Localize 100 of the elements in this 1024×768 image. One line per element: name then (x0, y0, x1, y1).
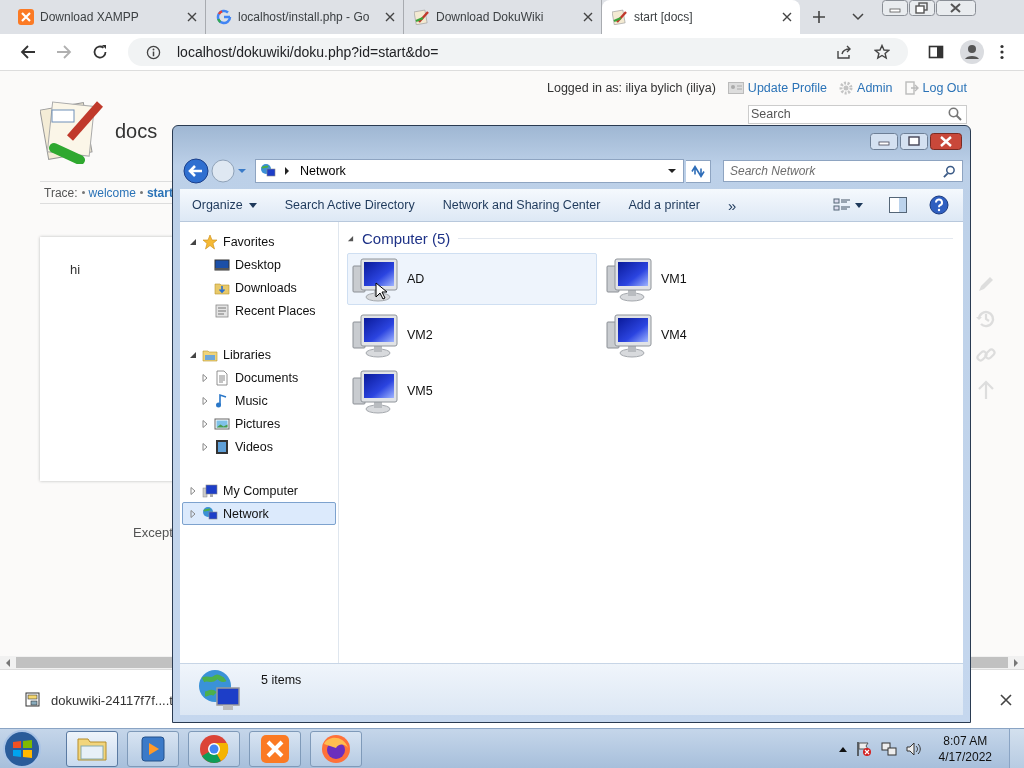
wiki-title[interactable]: docs (115, 119, 158, 143)
nav-item[interactable]: Videos (182, 435, 336, 458)
picture-icon (214, 415, 230, 432)
download-file-name[interactable]: dokuwiki-24117f7f....t (51, 692, 173, 708)
back-icon[interactable] (20, 44, 36, 60)
close-icon[interactable] (930, 132, 962, 150)
preview-pane-icon[interactable] (889, 197, 907, 213)
toolbar-button[interactable]: Add a printer (622, 194, 706, 216)
computer-item[interactable]: VM4 (601, 309, 851, 361)
taskbar-button[interactable] (249, 730, 301, 767)
toolbar-button[interactable]: Network and Sharing Center (436, 194, 607, 216)
chevron-down-icon[interactable] (852, 13, 864, 21)
collapse-arrow-icon[interactable] (347, 234, 354, 242)
nav-item[interactable]: Recent Places (182, 299, 336, 322)
computer-item[interactable]: AD (347, 253, 597, 305)
minimize-icon[interactable] (882, 0, 908, 16)
toolbar-button[interactable]: Search Active Directory (278, 194, 421, 216)
collapsed-arrow-icon[interactable] (201, 419, 209, 428)
taskbar-button[interactable] (188, 730, 240, 767)
nav-item[interactable]: Favorites (182, 230, 336, 253)
show-hidden-icons-icon[interactable] (838, 745, 847, 752)
start-button[interactable] (2, 728, 42, 768)
menu-icon[interactable] (1000, 44, 1004, 60)
close-icon[interactable] (385, 12, 395, 22)
browser-tab[interactable]: start [docs] (602, 0, 800, 34)
close-icon[interactable] (1000, 694, 1012, 706)
search-icon[interactable] (948, 107, 962, 121)
gear-icon (839, 81, 854, 95)
nav-item[interactable]: Pictures (182, 412, 336, 435)
taskbar-button[interactable] (127, 730, 179, 767)
side-panel-icon[interactable] (928, 44, 944, 60)
minimize-icon[interactable] (870, 132, 898, 150)
scroll-left-icon[interactable] (5, 658, 11, 667)
network-icon (260, 163, 276, 179)
computer-item[interactable]: VM5 (347, 365, 597, 417)
breadcrumb-link[interactable]: start (146, 185, 173, 200)
computer-item[interactable]: VM1 (601, 253, 851, 305)
archive-file-icon (25, 692, 41, 708)
close-icon[interactable] (187, 12, 197, 22)
caret-icon (248, 202, 257, 208)
scroll-right-icon[interactable] (1013, 658, 1019, 667)
close-icon[interactable] (782, 12, 792, 22)
profile-avatar-icon[interactable] (960, 40, 984, 64)
nav-item[interactable]: Music (182, 389, 336, 412)
close-icon[interactable] (936, 0, 976, 16)
user-link[interactable]: Log Out (922, 81, 967, 95)
scrollbar-thumb[interactable] (971, 657, 1008, 668)
nav-item[interactable]: Libraries (182, 343, 336, 366)
user-link[interactable]: Update Profile (747, 81, 828, 95)
login-status: Logged in as: iliya bylich (iliya) (547, 81, 716, 95)
tab-title: Download XAMPP (40, 10, 140, 24)
taskbar-button[interactable] (310, 730, 362, 767)
expanded-arrow-icon[interactable] (189, 350, 197, 359)
search-field[interactable]: Search (748, 104, 967, 124)
caret-icon[interactable] (855, 202, 863, 208)
collapsed-arrow-icon[interactable] (201, 442, 209, 451)
info-icon[interactable] (146, 44, 161, 60)
group-header[interactable]: Computer (5) (362, 229, 451, 247)
trace-label: Trace: (44, 185, 78, 200)
wiki-logo[interactable] (40, 98, 106, 164)
star-icon[interactable] (874, 44, 890, 60)
computer-icon (351, 256, 401, 302)
nav-item[interactable]: Downloads (182, 276, 336, 299)
close-icon[interactable] (583, 12, 593, 22)
toolbar-button[interactable]: Organize (186, 194, 263, 216)
restore-icon[interactable] (909, 0, 935, 16)
nav-item[interactable]: Network (182, 502, 336, 525)
chrome-icon (199, 733, 229, 764)
scrollbar-thumb[interactable] (16, 657, 172, 668)
search-icon[interactable] (943, 165, 956, 178)
volume-icon[interactable] (905, 740, 922, 757)
collapsed-arrow-icon[interactable] (189, 486, 197, 495)
expanded-arrow-icon[interactable] (189, 237, 197, 246)
taskbar-button[interactable] (66, 730, 118, 767)
address-field[interactable]: Network (255, 159, 684, 183)
more-button[interactable]: » (721, 192, 743, 218)
new-tab-icon[interactable] (812, 10, 826, 24)
nav-item[interactable]: Documents (182, 366, 336, 389)
clock-time[interactable]: 8:07 AM (943, 732, 988, 749)
back-icon[interactable] (183, 158, 209, 184)
caret-icon[interactable] (667, 168, 677, 174)
help-icon[interactable] (929, 195, 949, 215)
user-link[interactable]: Admin (857, 81, 893, 95)
nav-item[interactable]: My Computer (182, 479, 336, 502)
recent-places-icon (214, 302, 230, 319)
action-center-flag-icon[interactable] (855, 740, 872, 757)
collapsed-arrow-icon[interactable] (201, 373, 209, 382)
search-field[interactable]: Search Network (723, 160, 963, 182)
breadcrumb-link[interactable]: welcome (88, 185, 136, 200)
address-bar[interactable]: localhost/dokuwiki/doku.php?id=start&do= (128, 38, 908, 66)
clock-date[interactable]: 4/17/2022 (938, 748, 992, 765)
share-icon[interactable] (836, 44, 852, 60)
collapsed-arrow-icon[interactable] (201, 396, 209, 405)
computer-item[interactable]: VM2 (347, 309, 597, 361)
maximize-icon[interactable] (900, 132, 928, 150)
nav-item[interactable]: Desktop (182, 253, 336, 276)
mouse-cursor-icon (375, 282, 387, 300)
reload-icon[interactable] (92, 44, 108, 60)
refresh-icon[interactable] (686, 159, 711, 183)
network-status-icon[interactable] (880, 740, 897, 757)
